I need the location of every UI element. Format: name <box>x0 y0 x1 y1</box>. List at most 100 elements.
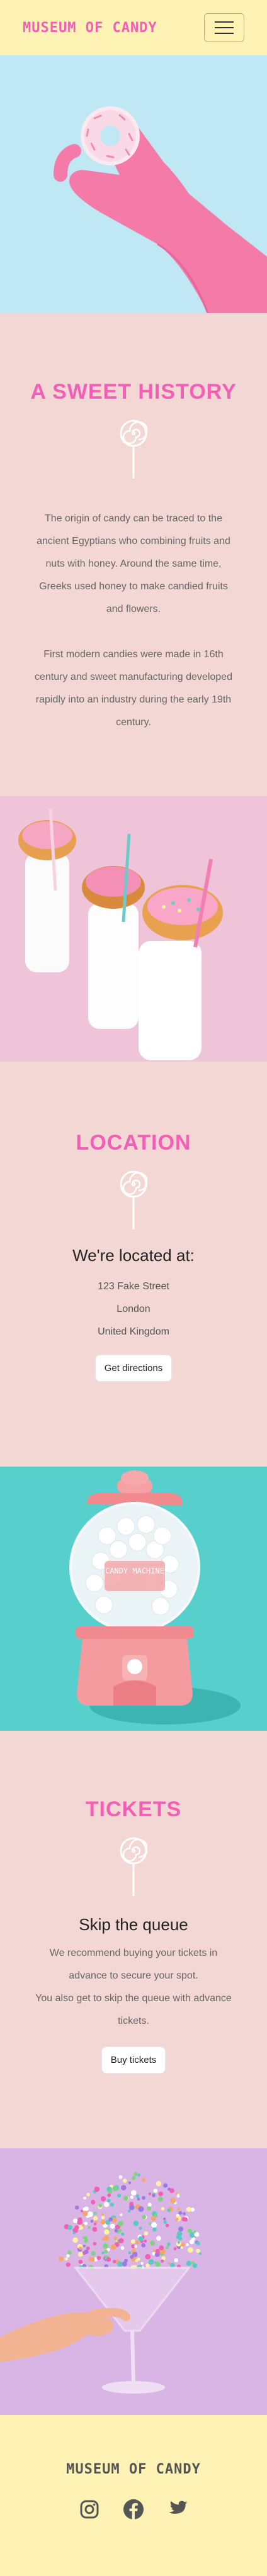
sprinkle <box>81 2224 85 2227</box>
sprinkle <box>120 2213 123 2216</box>
buy-tickets-button[interactable]: Buy tickets <box>101 2046 166 2074</box>
sprinkle <box>158 2191 163 2197</box>
facebook-icon[interactable] <box>123 2499 144 2520</box>
sprinkle <box>159 2245 164 2251</box>
sprinkle <box>144 2231 149 2236</box>
hamburger-menu-button[interactable] <box>204 13 244 42</box>
sprinkle <box>104 2229 110 2235</box>
sprinkle <box>104 2250 108 2254</box>
sprinkle <box>134 2172 138 2177</box>
sprinkle <box>165 2246 169 2250</box>
sprinkle <box>132 2176 136 2180</box>
sprinkle <box>183 2212 186 2216</box>
sprinkle <box>154 2214 158 2218</box>
sprinkle <box>178 2236 183 2241</box>
sprinkle <box>78 2251 83 2257</box>
sprinkle <box>103 2202 110 2207</box>
sprinkle <box>141 2243 146 2248</box>
sprinkle <box>128 2209 131 2212</box>
sprinkle <box>186 2260 191 2266</box>
sprinkle <box>198 2252 202 2255</box>
sprinkle <box>163 2218 166 2221</box>
tickets-heading: TICKETS <box>85 1797 182 1821</box>
sprinkle <box>173 2247 177 2251</box>
instagram-icon[interactable] <box>79 2499 100 2520</box>
sprinkle <box>153 2189 158 2193</box>
sprinkle <box>117 2194 122 2198</box>
sprinkle <box>83 2196 87 2200</box>
sprinkle <box>79 2246 82 2250</box>
sprinkle <box>174 2258 178 2263</box>
sprinkle <box>100 2219 106 2225</box>
sprinkle <box>128 2204 135 2211</box>
sprinkle <box>112 2185 118 2191</box>
sprinkle <box>181 2242 185 2247</box>
address-line: 123 Fake Street <box>98 1281 169 1292</box>
hamburger-menu-icon-line <box>215 27 234 28</box>
sprinkle <box>148 2259 154 2265</box>
history-section: A SWEET HISTORY The origin of candy can … <box>0 313 267 796</box>
sprinkle <box>107 2193 111 2197</box>
site-header: MUSEUM OF CANDY <box>0 0 267 55</box>
milk-bottles-illustration <box>0 796 267 1062</box>
sprinkle <box>72 2218 78 2223</box>
sprinkle <box>130 2255 134 2259</box>
sprinkle <box>180 2246 183 2249</box>
lollipop-icon <box>120 419 147 479</box>
sprinkle <box>147 2206 151 2211</box>
sprinkle <box>130 2196 134 2199</box>
sprinkle <box>169 2188 174 2194</box>
sprinkle <box>183 2217 188 2222</box>
cocktail-illustration <box>0 2148 267 2415</box>
sprinkle <box>117 2261 123 2267</box>
sprinkle <box>82 2211 88 2217</box>
site-logo[interactable]: MUSEUM OF CANDY <box>23 20 157 36</box>
sprinkle <box>176 2194 180 2198</box>
lollipop-icon <box>120 1837 147 1896</box>
sprinkle <box>106 2257 111 2262</box>
sprinkle <box>106 2199 111 2202</box>
sprinkle <box>72 2231 76 2235</box>
sprinkle <box>72 2237 78 2243</box>
sprinkle <box>153 2249 156 2252</box>
sprinkle <box>178 2211 183 2215</box>
sprinkle <box>102 2237 106 2241</box>
location-section: LOCATION We're located at: 123 Fake Stre… <box>0 1062 267 1467</box>
history-paragraph-2: First modern candies were made in 16th c… <box>35 649 232 728</box>
sprinkle <box>101 2216 105 2219</box>
sprinkle <box>110 2202 115 2207</box>
sprinkle <box>75 2205 79 2210</box>
sprinkle <box>92 2227 98 2232</box>
sprinkle <box>118 2175 123 2179</box>
sprinkle <box>93 2241 97 2246</box>
twitter-icon[interactable] <box>167 2499 188 2520</box>
sprinkle <box>141 2196 145 2200</box>
sprinkle <box>93 2211 97 2215</box>
sprinkle <box>196 2241 200 2246</box>
sprinkle <box>138 2206 144 2212</box>
sprinkle <box>137 2174 140 2177</box>
sprinkle <box>96 2256 101 2260</box>
sprinkle <box>78 2260 83 2264</box>
sprinkle <box>156 2181 162 2187</box>
sprinkle <box>155 2262 161 2267</box>
sprinkle <box>186 2243 189 2246</box>
sprinkle <box>84 2236 88 2240</box>
sprinkle <box>100 2196 106 2202</box>
sprinkle <box>133 2221 139 2226</box>
sprinkle <box>88 2226 91 2229</box>
sprinkle <box>139 2226 142 2230</box>
sprinkle <box>93 2223 97 2226</box>
sprinkle <box>59 2256 64 2262</box>
sprinkle <box>168 2262 171 2265</box>
sprinkle <box>91 2251 96 2256</box>
sprinkle <box>135 2194 140 2198</box>
sprinkle <box>130 2239 135 2244</box>
sprinkle <box>98 2204 103 2207</box>
get-directions-button[interactable]: Get directions <box>94 1355 173 1382</box>
footer-logo[interactable]: MUSEUM OF CANDY <box>0 2415 267 2477</box>
sprinkle <box>151 2222 157 2228</box>
sprinkle <box>189 2239 195 2245</box>
sprinkle <box>152 2227 157 2232</box>
history-heading: A SWEET HISTORY <box>30 380 237 404</box>
